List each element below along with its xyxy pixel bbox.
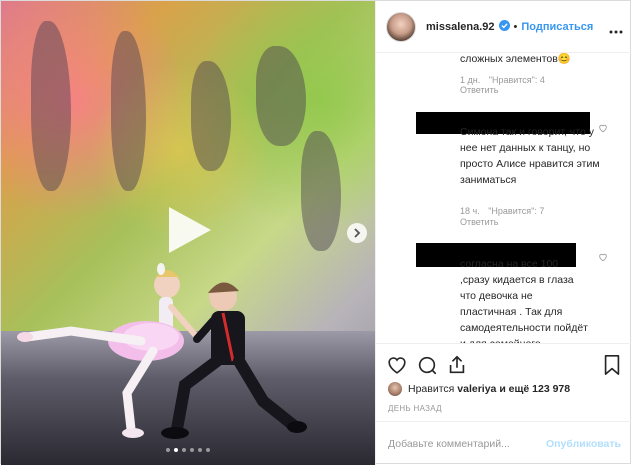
comment-likes[interactable]: "Нравится": 4 <box>489 75 545 85</box>
post-sidebar: missalena.92 • Подписаться сложных элеме… <box>375 1 631 465</box>
follow-button[interactable]: Подписаться <box>521 21 593 33</box>
post-header: missalena.92 • Подписаться <box>376 1 631 53</box>
separator-dot: • <box>513 20 518 33</box>
play-icon[interactable] <box>165 205 215 255</box>
comment-text: Симона так и говорит, что у нее нет данн… <box>460 126 600 186</box>
carousel-dots <box>1 448 375 452</box>
liker-username[interactable]: valeriya <box>457 383 496 395</box>
carousel-dot <box>190 448 194 452</box>
liker-avatar <box>388 382 402 396</box>
like-comment-heart-icon[interactable] <box>598 120 608 138</box>
comment-bubble-icon[interactable] <box>416 354 440 378</box>
chevron-right-icon[interactable] <box>347 223 367 243</box>
likes-count[interactable]: и ещё 123 978 <box>499 383 570 395</box>
comment-input[interactable] <box>388 437 538 450</box>
carousel-dot <box>182 448 186 452</box>
verified-badge-icon <box>498 18 510 36</box>
comment-time[interactable]: 1 дн. <box>460 75 480 85</box>
comment-text: сложных элементов😊 <box>460 53 571 65</box>
comment-meta: 1 дн. "Нравится": 4 <box>460 75 551 85</box>
comments-list: сложных элементов😊 1 дн. "Нравится": 4 О… <box>376 53 631 343</box>
carousel-dot <box>166 448 170 452</box>
comment-time[interactable]: 18 ч. <box>460 206 480 216</box>
likes-prefix: Нравится <box>408 383 455 395</box>
reply-button[interactable]: Ответить <box>460 85 498 95</box>
post-timestamp[interactable]: ДЕНЬ НАЗАД <box>388 404 442 413</box>
instagram-post: missalena.92 • Подписаться сложных элеме… <box>0 0 631 465</box>
share-icon[interactable] <box>446 354 470 378</box>
avatar[interactable] <box>386 11 416 42</box>
likes-summary: Нравится valeriya и ещё 123 978 <box>388 382 570 396</box>
comment-text: согласна на все 100 ,сразу кидается в гл… <box>460 258 588 343</box>
more-options-icon[interactable] <box>609 21 623 39</box>
add-comment-bar: Опубликовать <box>376 421 631 465</box>
publish-button[interactable]: Опубликовать <box>546 438 621 450</box>
comment-likes[interactable]: "Нравится": 7 <box>488 206 544 216</box>
carousel-dot <box>206 448 210 452</box>
like-heart-icon[interactable] <box>386 354 410 378</box>
post-media[interactable] <box>1 1 375 465</box>
comment-meta: 18 ч. "Нравится": 7 <box>460 206 550 216</box>
bookmark-icon[interactable] <box>602 354 626 378</box>
post-actions: Нравится valeriya и ещё 123 978 ДЕНЬ НАЗ… <box>376 343 631 413</box>
username-link[interactable]: missalena.92 <box>426 21 495 33</box>
reply-button[interactable]: Ответить <box>460 217 498 227</box>
carousel-dot-active <box>174 448 178 452</box>
like-comment-heart-icon[interactable] <box>598 249 608 267</box>
carousel-dot <box>198 448 202 452</box>
